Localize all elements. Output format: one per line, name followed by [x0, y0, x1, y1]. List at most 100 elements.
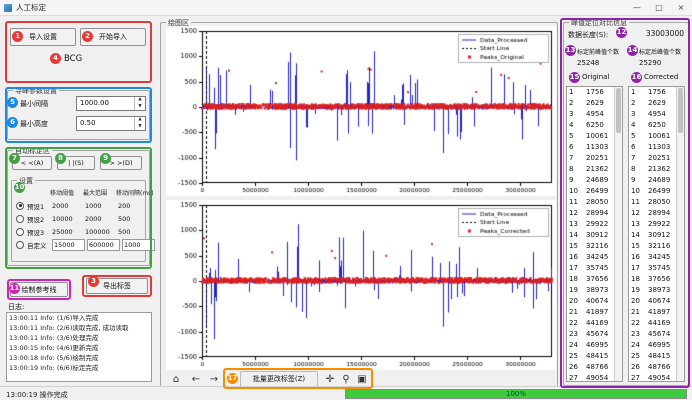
peak-list-item[interactable]: 34954 [567, 109, 615, 120]
peak-list-item[interactable]: 2548415 [567, 351, 615, 362]
corrected-list[interactable]: 1175622629349544625051006161130372025182… [628, 86, 685, 382]
peak-list-item[interactable]: 2244169 [629, 318, 677, 329]
peak-list-item[interactable]: 22629 [567, 98, 615, 109]
peak-list-item[interactable]: 11756 [629, 87, 677, 98]
peak-list-item[interactable]: 510061 [567, 131, 615, 142]
peak-list-item[interactable]: 1128050 [567, 197, 615, 208]
peak-list-item[interactable]: 1837656 [567, 274, 615, 285]
preset-radio[interactable] [16, 228, 24, 236]
custom-value-input[interactable]: 600000 [87, 239, 120, 251]
peak-list-item[interactable]: 1228994 [567, 208, 615, 219]
peak-list-item[interactable]: 1329922 [567, 219, 615, 230]
peak-list-item[interactable]: 34954 [629, 109, 677, 120]
preset-label: 预设3 [27, 227, 52, 237]
min-height-spinbox[interactable]: 0.50 ▲ ▼ [76, 116, 146, 131]
peak-list-item[interactable]: 1329922 [629, 219, 677, 230]
peak-params-title: 寻峰参数设置 [13, 86, 59, 96]
peak-list-item[interactable]: 720251 [629, 153, 677, 164]
chart-top[interactable] [166, 26, 556, 196]
peak-list-item[interactable]: 720251 [567, 153, 615, 164]
peak-index: 11 [629, 197, 645, 208]
peak-list-item[interactable]: 1532116 [629, 241, 677, 252]
peak-value: 48766 [583, 362, 608, 373]
peak-index: 10 [567, 186, 583, 197]
spin-down-icon[interactable]: ▼ [135, 104, 145, 111]
peak-list-item[interactable]: 11756 [567, 87, 615, 98]
peak-index: 23 [567, 329, 583, 340]
peak-list-item[interactable]: 2244169 [567, 318, 615, 329]
peak-list-item[interactable]: 2040674 [567, 296, 615, 307]
peak-list-item[interactable]: 46250 [629, 120, 677, 131]
peak-list-item[interactable]: 1430912 [567, 230, 615, 241]
peak-list-item[interactable]: 611303 [567, 142, 615, 153]
peak-list-item[interactable]: 2648766 [629, 362, 677, 373]
peak-list-item[interactable]: 1938973 [567, 285, 615, 296]
save-icon[interactable]: ▣ [354, 371, 370, 387]
chart-bottom[interactable] [166, 200, 556, 370]
peak-list-item[interactable]: 1634245 [629, 252, 677, 263]
home-icon[interactable]: ⌂ [168, 371, 184, 387]
peak-list-item[interactable]: 46250 [567, 120, 615, 131]
peak-list-item[interactable]: 1735745 [567, 263, 615, 274]
peak-list-item[interactable]: 1938973 [629, 285, 677, 296]
settings-row: 预设2100002000500 [12, 212, 148, 225]
close-button-icon[interactable]: × [670, 0, 692, 15]
peak-list-item[interactable]: 2141897 [567, 307, 615, 318]
peak-list-item[interactable]: 611303 [629, 142, 677, 153]
maximize-button-icon[interactable]: □ [648, 0, 670, 15]
peak-list-item[interactable]: 1634245 [567, 252, 615, 263]
data-length-value: 33003000 [630, 29, 684, 38]
peak-list-item[interactable]: 1532116 [567, 241, 615, 252]
peak-list-item[interactable]: 1228994 [629, 208, 677, 219]
min-interval-value[interactable]: 1000.00 [77, 97, 134, 110]
peak-value: 11303 [645, 142, 670, 153]
peak-list-item[interactable]: 1026499 [629, 186, 677, 197]
peak-list-item[interactable]: 2345674 [629, 329, 677, 340]
peak-list-item[interactable]: 924689 [567, 175, 615, 186]
custom-value-input[interactable]: 15000 [52, 239, 85, 251]
min-interval-spinbox[interactable]: 1000.00 ▲ ▼ [76, 96, 146, 111]
peak-list-item[interactable]: 821362 [629, 164, 677, 175]
original-list-scrollbar[interactable] [614, 87, 622, 381]
batch-change-labels-button[interactable]: 批量更改标签(Z) [240, 371, 318, 387]
peak-list-item[interactable]: 2141897 [629, 307, 677, 318]
pan-icon[interactable]: ✛ [322, 371, 338, 387]
peak-value: 26499 [645, 186, 670, 197]
peak-value: 2629 [583, 98, 604, 109]
peak-value: 26499 [583, 186, 608, 197]
peak-list-item[interactable]: 1128050 [629, 197, 677, 208]
original-list[interactable]: 1175622629349544625051006161130372025182… [566, 86, 623, 382]
peak-list-item[interactable]: 2345674 [567, 329, 615, 340]
forward-icon[interactable]: → [206, 371, 222, 387]
peak-list-item[interactable]: 821362 [567, 164, 615, 175]
preset-radio[interactable] [16, 241, 24, 249]
scrollbar-thumb[interactable] [678, 88, 683, 133]
spin-down-icon[interactable]: ▼ [135, 124, 145, 131]
peak-list-item[interactable]: 1837656 [629, 274, 677, 285]
peak-list-item[interactable]: 1026499 [567, 186, 615, 197]
minimize-button-icon[interactable]: — [626, 0, 648, 15]
min-height-value[interactable]: 0.50 [77, 117, 134, 130]
peak-list-item[interactable]: 22629 [629, 98, 677, 109]
annotation-badge: 4 [50, 53, 61, 64]
peak-list-item[interactable]: 510061 [629, 131, 677, 142]
peak-list-item[interactable]: 2548415 [629, 351, 677, 362]
corrected-list-scrollbar[interactable] [676, 87, 684, 381]
peak-list-item[interactable]: 2648766 [567, 362, 615, 373]
peak-list-item[interactable]: 2446995 [629, 340, 677, 351]
custom-value-input[interactable]: 1000 [122, 239, 155, 251]
peak-list-item[interactable]: 1735745 [629, 263, 677, 274]
peak-value: 11303 [583, 142, 608, 153]
peak-index: 8 [629, 164, 645, 175]
peak-list-item[interactable]: 2446995 [567, 340, 615, 351]
back-icon[interactable]: ← [188, 371, 204, 387]
peak-list-item[interactable]: 2749054 [567, 373, 615, 381]
peak-list-item[interactable]: 1430912 [629, 230, 677, 241]
peak-list-item[interactable]: 2749054 [629, 373, 677, 381]
zoom-icon[interactable]: ⚲ [338, 371, 354, 387]
preset-radio[interactable] [16, 202, 24, 210]
preset-radio[interactable] [16, 215, 24, 223]
peak-list-item[interactable]: 924689 [629, 175, 677, 186]
peak-list-item[interactable]: 2040674 [629, 296, 677, 307]
scrollbar-thumb[interactable] [616, 88, 621, 133]
